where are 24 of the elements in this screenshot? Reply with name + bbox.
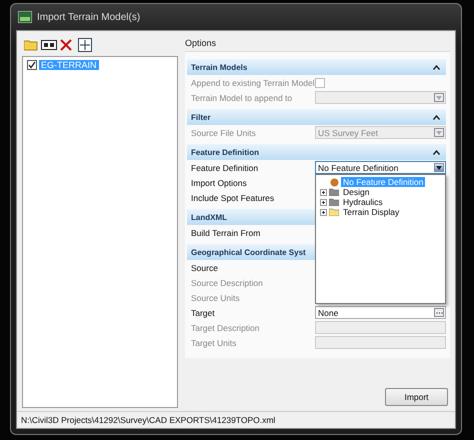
section-title: Feature Definition [191,148,260,156]
property-label: Source Units [190,292,241,302]
section-title: LandXML [191,212,227,222]
field-value: No Feature Definition [318,162,398,172]
property-label: Import Options [190,178,248,188]
property-label: Target Description [190,322,261,332]
property-label: Feature Definition [190,162,260,172]
window-title: Import Terrain Model(s) [37,12,140,22]
property-label: Include Spot Features [190,192,276,202]
property-label: Target Units [190,338,238,348]
field-value: US Survey Feet [318,128,378,138]
property-label: Terrain Model to append to [190,92,294,102]
property-label: Source File Units [190,128,257,138]
property-label: Source [190,262,219,272]
property-label: Source Description [190,278,264,288]
options-label: Options [185,37,218,50]
property-label: Build Terrain From [190,228,262,238]
field-value: None [318,308,338,318]
property-label: Append to existing Terrain Model [190,78,315,88]
property-label: Target [190,308,216,318]
section-title: Geographical Coordinate Syst [191,248,306,256]
section-title: Terrain Models [191,62,248,72]
section-title: Filter [191,112,211,122]
file-path: N:\Civil3D Projects\41292\Survey\CAD EXPORTS\41239TOPO.xml [21,415,276,425]
